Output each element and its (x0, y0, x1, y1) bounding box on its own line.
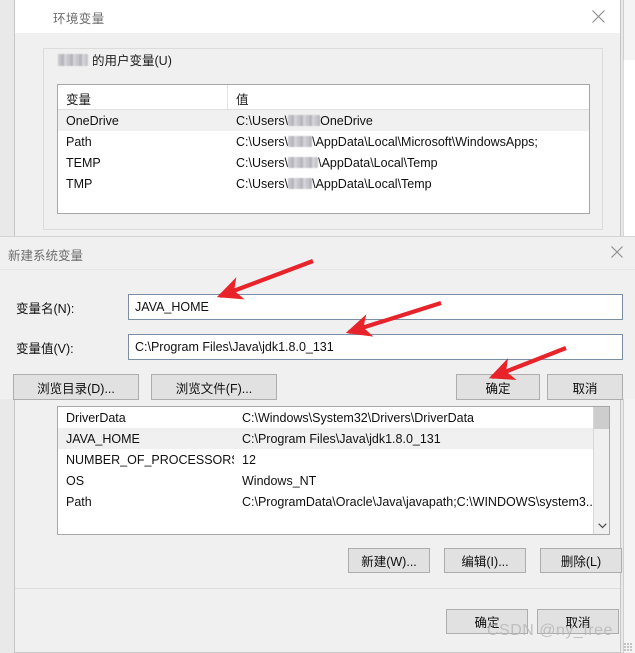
user-variable-value: C:\Users\ OneDrive (228, 114, 589, 128)
variable-name-input[interactable]: JAVA_HOME (128, 294, 623, 320)
browse-directory-button[interactable]: 浏览目录(D)... (13, 374, 139, 400)
user-variable-name: OneDrive (66, 113, 119, 128)
table-row[interactable]: JAVA_HOME C:\Program Files\Java\jdk1.8.0_… (58, 428, 593, 449)
user-variables-legend: 的用户变量(U) (55, 50, 177, 69)
csdn-watermark: CSDN @ny_free (487, 622, 613, 639)
user-table-header: 变量 值 (58, 85, 589, 110)
variable-value-input[interactable]: C:\Program Files\Java\jdk1.8.0_131 (128, 334, 623, 360)
table-row[interactable]: NUMBER_OF_PROCESSORS 12 (58, 449, 593, 470)
browse-file-button[interactable]: 浏览文件(F)... (151, 374, 277, 400)
user-variables-legend-text: 的用户变量(U) (92, 54, 172, 68)
dialog-close-button[interactable] (605, 242, 629, 262)
system-variable-name: DriverData (66, 410, 126, 425)
system-variable-value: C:\ProgramData\Oracle\Java\javapath;C:\W… (242, 494, 593, 509)
dialog-body: 变量名(N): JAVA_HOME 变量值(V): C:\Program Fil… (0, 269, 635, 400)
value-prefix: C:\Users\ (236, 134, 289, 149)
redacted-username (288, 136, 313, 147)
value-prefix: C:\Users\ (236, 155, 289, 170)
system-variable-name: NUMBER_OF_PROCESSORS (66, 452, 234, 467)
table-row[interactable]: TEMP C:\Users\ \AppData\Local\Temp (58, 152, 589, 173)
value-prefix: C:\Users\ (236, 176, 289, 191)
user-variable-value: C:\Users\ \AppData\Local\Temp (228, 177, 589, 191)
chevron-down-icon[interactable] (594, 517, 609, 534)
user-variables-table[interactable]: 变量 值 OneDrive C:\Users\ OneDrive Path C:\Use… (57, 84, 590, 214)
user-variable-name: TMP (66, 176, 93, 191)
system-variable-name: OS (66, 473, 85, 488)
close-icon (611, 246, 623, 258)
system-variable-value: 12 (242, 452, 256, 467)
dialog-ok-button[interactable]: 确定 (456, 374, 540, 400)
edit-variable-button[interactable]: 编辑(I)... (444, 548, 526, 573)
window-close-button[interactable] (575, 0, 621, 32)
system-variable-value: C:\Program Files\Java\jdk1.8.0_131 (242, 431, 441, 446)
background-window-content (623, 60, 635, 260)
value-prefix: C:\Users\ (236, 113, 289, 128)
user-variable-value: C:\Users\ \AppData\Local\Temp (228, 156, 589, 170)
user-variable-value: C:\Users\ \AppData\Local\Microsoft\Window… (228, 135, 589, 149)
value-suffix: \AppData\Local\Microsoft\WindowsApps; (312, 134, 538, 149)
table-row[interactable]: TMP C:\Users\ \AppData\Local\Temp (58, 173, 589, 194)
user-variable-name: Path (66, 134, 92, 149)
window-titlebar: 环境变量 (15, 0, 620, 33)
system-variable-value: Windows_NT (242, 473, 317, 488)
table-row[interactable]: DriverData C:\Windows\System32\Drivers\Dr… (58, 407, 593, 428)
system-variable-name: JAVA_HOME (66, 431, 140, 446)
variable-name-row: 变量名(N): JAVA_HOME (0, 294, 635, 320)
table-row[interactable]: OneDrive C:\Users\ OneDrive (58, 110, 589, 131)
redacted-username (288, 115, 321, 126)
value-suffix: OneDrive (320, 113, 373, 128)
new-variable-button[interactable]: 新建(W)... (348, 548, 430, 573)
table-row[interactable]: Path C:\ProgramData\Oracle\Java\javapath;… (58, 491, 593, 512)
table-row[interactable]: OS Windows_NT (58, 470, 593, 491)
user-col-value[interactable]: 值 (228, 85, 589, 109)
value-suffix: \AppData\Local\Temp (318, 155, 438, 170)
user-table-body: OneDrive C:\Users\ OneDrive Path C:\Users\ \A… (58, 110, 589, 194)
system-variable-value: C:\Windows\System32\Drivers\DriverData (242, 410, 474, 425)
system-variable-actions: 新建(W)... 编辑(I)... 删除(L) (348, 548, 622, 573)
redacted-username (288, 178, 313, 189)
delete-variable-button[interactable]: 删除(L) (540, 548, 622, 573)
window-title: 环境变量 (53, 12, 105, 26)
footer-divider (15, 588, 620, 589)
system-table-body: DriverData C:\Windows\System32\Drivers\Dr… (58, 407, 593, 512)
scrollbar-thumb[interactable] (594, 407, 609, 429)
variable-value-row: 变量值(V): C:\Program Files\Java\jdk1.8.0_1… (0, 334, 635, 360)
variable-name-label: 变量名(N): (16, 301, 75, 316)
resize-grip (624, 643, 632, 651)
dialog-cancel-button[interactable]: 取消 (547, 374, 623, 400)
screenshot-root: 环境变量 的用户变量(U) 变量 值 OneDrive C:\Users\ OneD… (0, 0, 635, 653)
user-variable-name: TEMP (66, 155, 101, 170)
system-variable-name: Path (66, 494, 92, 509)
table-row[interactable]: Path C:\Users\ \AppData\Local\Microsoft\Wi… (58, 131, 589, 152)
system-variables-table[interactable]: DriverData C:\Windows\System32\Drivers\Dr… (57, 406, 610, 535)
variable-value-label: 变量值(V): (16, 341, 74, 356)
user-col-name[interactable]: 变量 (58, 85, 228, 109)
value-suffix: \AppData\Local\Temp (312, 176, 432, 191)
dialog-title: 新建系统变量 (8, 249, 84, 263)
system-table-scrollbar[interactable] (593, 407, 609, 534)
dialog-buttons: 浏览目录(D)... 浏览文件(F)... 确定 取消 (0, 374, 635, 400)
close-icon (591, 9, 605, 23)
redacted-username (58, 53, 88, 66)
redacted-username (288, 157, 319, 168)
new-system-variable-dialog: 新建系统变量 变量名(N): JAVA_HOME 变量值(V): C:\Prog… (0, 236, 635, 400)
